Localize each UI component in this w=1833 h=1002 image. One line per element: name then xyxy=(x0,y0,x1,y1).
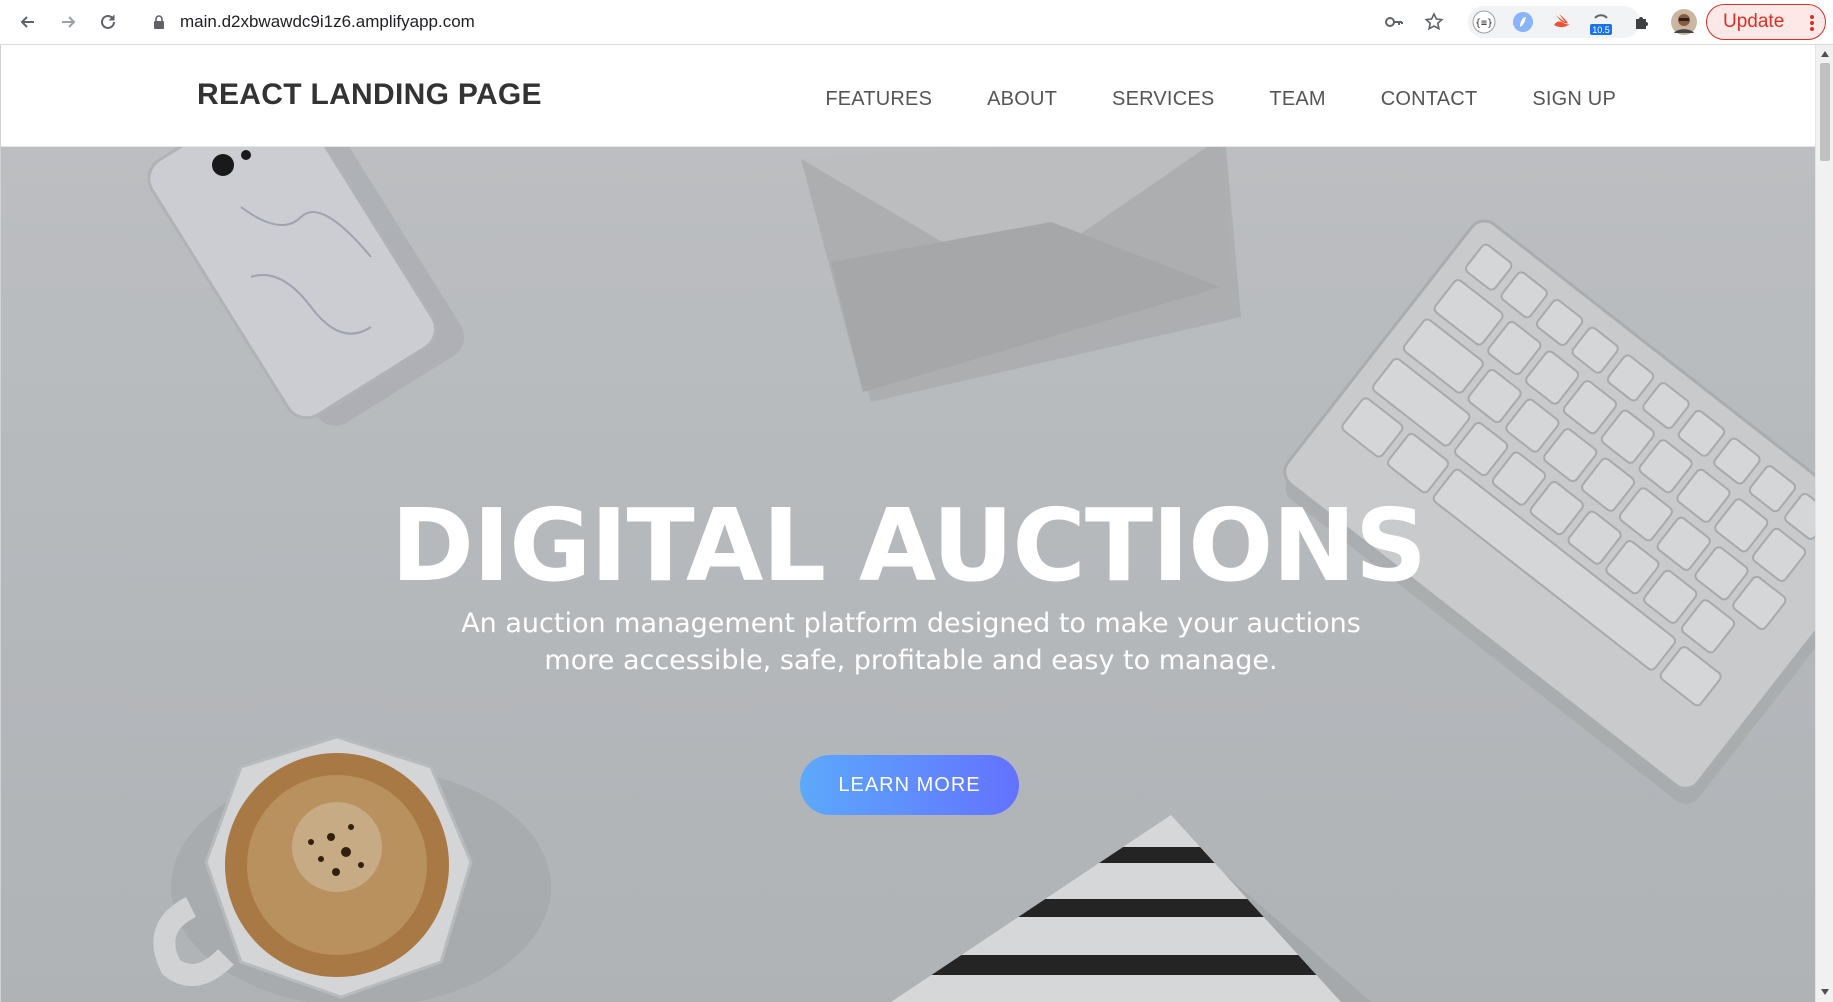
swift-extension-icon[interactable] xyxy=(1548,8,1576,36)
json-extension-icon[interactable]: {≡} xyxy=(1470,8,1498,36)
svg-text:10.5: 10.5 xyxy=(1592,25,1610,35)
hero-subtitle: An auction management platform designed … xyxy=(461,608,1361,676)
scroll-down-icon[interactable] xyxy=(1820,987,1830,997)
update-label: Update xyxy=(1723,11,1785,32)
key-icon[interactable] xyxy=(1380,8,1408,36)
lock-icon[interactable] xyxy=(150,13,168,31)
nav-link-about[interactable]: ABOUT xyxy=(987,88,1057,111)
page-scrollbar[interactable] xyxy=(1815,45,1833,1002)
update-button[interactable]: Update xyxy=(1706,4,1826,40)
browser-toolbar: main.d2xbwawdc9i1z6.amplifyapp.com {≡} 1… xyxy=(0,0,1833,45)
nav-link-features[interactable]: FEATURES xyxy=(825,88,932,111)
svg-text:{≡}: {≡} xyxy=(1475,18,1493,29)
nav-link-contact[interactable]: CONTACT xyxy=(1381,88,1478,111)
puzzle-icon[interactable] xyxy=(1628,8,1656,36)
profile-avatar[interactable] xyxy=(1670,8,1698,36)
hero-section: DIGITAL AUCTIONS An auction management p… xyxy=(1,147,1815,1002)
site-navbar: REACT LANDING PAGE FEATURES ABOUT SERVIC… xyxy=(1,45,1815,147)
star-icon[interactable] xyxy=(1420,8,1448,36)
learn-more-button[interactable]: LEARN MORE xyxy=(800,755,1019,815)
nav-link-team[interactable]: TEAM xyxy=(1269,88,1325,111)
nav-link-services[interactable]: SERVICES xyxy=(1112,88,1214,111)
network-extension-icon[interactable]: 10.5 xyxy=(1587,8,1615,36)
address-bar[interactable]: main.d2xbwawdc9i1z6.amplifyapp.com xyxy=(136,4,1442,40)
brand-logo[interactable]: REACT LANDING PAGE xyxy=(197,78,542,112)
scroll-up-icon[interactable] xyxy=(1820,49,1830,59)
hero-title: DIGITAL AUCTIONS xyxy=(391,487,1427,604)
main-menu: FEATURES ABOUT SERVICES TEAM CONTACT SIG… xyxy=(770,88,1616,111)
forward-icon[interactable] xyxy=(54,8,82,36)
reload-icon[interactable] xyxy=(94,8,122,36)
nav-link-sign-up[interactable]: SIGN UP xyxy=(1532,88,1616,111)
scroll-thumb[interactable] xyxy=(1820,63,1830,161)
extension-icon[interactable] xyxy=(1509,8,1537,36)
back-icon[interactable] xyxy=(14,8,42,36)
more-icon[interactable] xyxy=(1809,13,1815,39)
url-text[interactable]: main.d2xbwawdc9i1z6.amplifyapp.com xyxy=(180,12,475,32)
page-viewport: REACT LANDING PAGE FEATURES ABOUT SERVIC… xyxy=(0,45,1815,1002)
